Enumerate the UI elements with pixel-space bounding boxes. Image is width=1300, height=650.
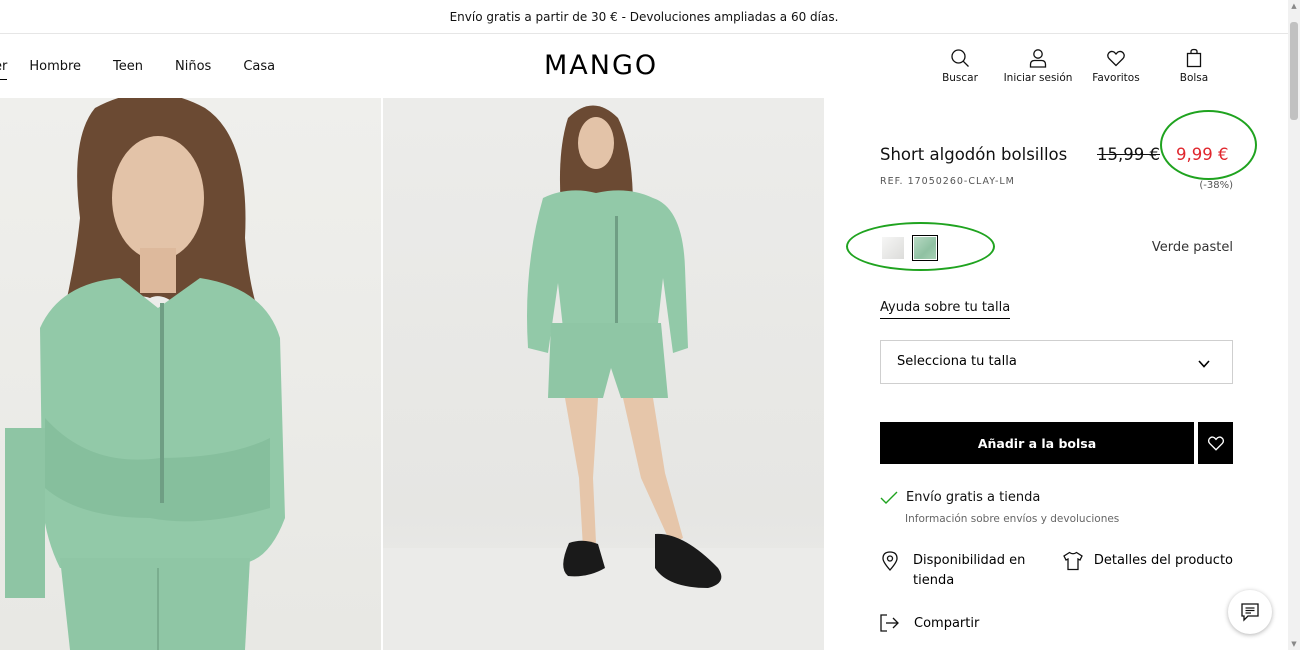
- nav-item-mujer[interactable]: er: [0, 59, 8, 80]
- free-shipping-text: Envío gratis a tienda: [906, 490, 1041, 505]
- product-details-label: Detalles del producto: [1093, 553, 1233, 568]
- share-label: Compartir: [914, 615, 980, 631]
- heart-icon: [1107, 50, 1125, 67]
- tshirt-icon: [1063, 551, 1083, 571]
- price-highlight-circle: [1160, 110, 1257, 180]
- search-button[interactable]: Buscar: [921, 48, 999, 84]
- chevron-down-icon: [1198, 360, 1210, 368]
- add-to-favorites-button[interactable]: [1198, 422, 1233, 464]
- nav-item-teen[interactable]: Teen: [113, 59, 143, 74]
- user-icon: [1029, 49, 1047, 68]
- nav-item-ninos[interactable]: Niños: [175, 59, 211, 74]
- shipping-info-link[interactable]: Información sobre envíos y devoluciones: [905, 513, 1119, 525]
- header-tools: Buscar Iniciar sesión Favoritos Bolsa: [921, 48, 1233, 84]
- nav-item-hombre[interactable]: Hombre: [29, 59, 81, 74]
- brand-logo[interactable]: MANGO: [544, 50, 658, 81]
- bag-button[interactable]: Bolsa: [1155, 48, 1233, 84]
- location-pin-icon: [882, 551, 898, 571]
- check-icon: [880, 491, 898, 504]
- free-shipping-row: Envío gratis a tienda: [880, 490, 1040, 505]
- model-fullbody-illustration: [383, 105, 824, 650]
- selected-color-name: Verde pastel: [1151, 240, 1233, 255]
- scroll-down-arrow[interactable]: ▼: [1290, 640, 1298, 648]
- favorites-button[interactable]: Favoritos: [1077, 48, 1155, 84]
- product-title: Short algodón bolsillos: [880, 145, 1068, 164]
- nav-item-casa[interactable]: Casa: [243, 59, 275, 74]
- product-details[interactable]: Detalles del producto: [1063, 551, 1233, 571]
- scrollbar-thumb[interactable]: [1290, 22, 1298, 120]
- promo-bar: Envío gratis a partir de 30 € - Devoluci…: [0, 0, 1288, 34]
- bag-label: Bolsa: [1179, 72, 1209, 84]
- chat-icon: [1241, 603, 1259, 622]
- add-to-bag-button[interactable]: Añadir a la bolsa: [880, 422, 1194, 464]
- main-nav: er Hombre Teen Niños Casa: [0, 34, 307, 98]
- promo-text: Envío gratis a partir de 30 € - Devoluci…: [449, 9, 839, 24]
- color-swatch-green[interactable]: [912, 235, 938, 261]
- bag-icon: [1186, 48, 1202, 68]
- chat-button[interactable]: [1228, 590, 1272, 634]
- scroll-up-arrow[interactable]: ▲: [1290, 2, 1298, 10]
- store-availability[interactable]: Disponibilidad en tienda: [880, 551, 1033, 591]
- heart-icon: [1207, 436, 1224, 451]
- search-icon: [951, 49, 969, 67]
- product-reference: REF. 17050260-CLAY-LM: [880, 176, 1015, 187]
- product-image-1[interactable]: [0, 98, 381, 650]
- model-closeup-illustration: [5, 98, 285, 650]
- product-panel: Short algodón bolsillos 15,99 € 9,99 € R…: [846, 98, 1257, 650]
- search-label: Buscar: [942, 72, 978, 84]
- product-image-2[interactable]: [383, 98, 824, 650]
- login-button[interactable]: Iniciar sesión: [999, 48, 1077, 84]
- store-availability-label: Disponibilidad en tienda: [913, 553, 1026, 588]
- color-swatch-white[interactable]: [882, 237, 904, 259]
- share-icon: [880, 614, 899, 632]
- share-button[interactable]: Compartir: [880, 614, 979, 632]
- login-label: Iniciar sesión: [1003, 72, 1073, 84]
- size-select-label: Selecciona tu talla: [897, 354, 1017, 369]
- favorites-label: Favoritos: [1092, 72, 1140, 84]
- site-header: er Hombre Teen Niños Casa MANGO Buscar I…: [0, 34, 1288, 98]
- size-help-link[interactable]: Ayuda sobre tu talla: [880, 300, 1011, 319]
- old-price: 15,99 €: [1097, 145, 1160, 164]
- discount-badge: (-38%): [1199, 180, 1233, 191]
- size-select[interactable]: Selecciona tu talla: [880, 340, 1233, 384]
